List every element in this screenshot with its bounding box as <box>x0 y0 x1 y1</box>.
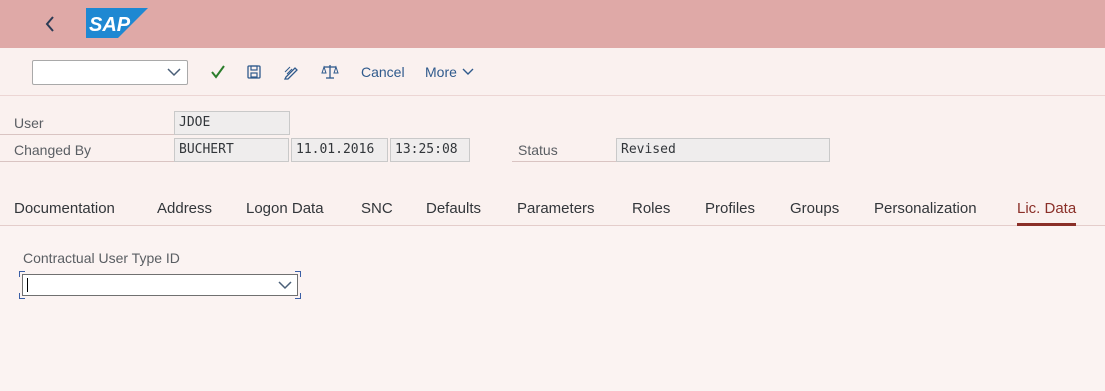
enter-button[interactable] <box>208 62 228 82</box>
tab-logon-data[interactable]: Logon Data <box>246 200 324 226</box>
shell-bar: SAP <box>0 0 1105 48</box>
changed-by-label: Changed By <box>0 138 174 162</box>
chevron-left-icon <box>45 16 54 32</box>
checkmark-icon <box>211 65 225 79</box>
toolbar: Cancel More <box>0 48 1105 96</box>
tab-parameters[interactable]: Parameters <box>517 200 595 226</box>
status-field[interactable]: Revised <box>616 138 830 162</box>
tab-roles[interactable]: Roles <box>632 200 670 226</box>
tab-lic-data[interactable]: Lic. Data <box>1017 200 1077 226</box>
chevron-down-icon <box>167 68 181 77</box>
tab-documentation[interactable]: Documentation <box>14 200 115 226</box>
balance-scale-icon <box>321 65 339 79</box>
tab-groups[interactable]: Groups <box>790 200 839 226</box>
cancel-button[interactable]: Cancel <box>361 64 405 80</box>
tab-address[interactable]: Address <box>157 200 212 226</box>
tab-bar: Documentation Address Logon Data SNC Def… <box>0 196 1105 226</box>
sap-logo: SAP <box>86 8 148 43</box>
tab-profiles[interactable]: Profiles <box>705 200 755 226</box>
more-label: More <box>425 64 457 80</box>
contract-type-dropdown[interactable] <box>22 274 298 296</box>
edit-button[interactable] <box>282 62 302 82</box>
tab-snc[interactable]: SNC <box>361 200 393 226</box>
tab-defaults[interactable]: Defaults <box>426 200 481 226</box>
changed-date-field[interactable]: 11.01.2016 <box>291 138 388 162</box>
svg-text:SAP: SAP <box>89 14 131 36</box>
more-menu-button[interactable]: More <box>425 64 474 80</box>
user-field[interactable]: JDOE <box>174 111 290 135</box>
compare-button[interactable] <box>320 62 340 82</box>
command-field[interactable] <box>32 60 188 85</box>
save-icon <box>247 65 261 79</box>
tab-personalization[interactable]: Personalization <box>874 200 977 226</box>
user-label: User <box>0 111 174 135</box>
back-button[interactable] <box>36 9 64 39</box>
changed-time-field[interactable]: 13:25:08 <box>390 138 470 162</box>
changed-by-field[interactable]: BUCHERT <box>174 138 289 162</box>
edit-pencil-icon <box>283 66 298 80</box>
text-cursor <box>27 278 28 292</box>
status-label: Status <box>512 138 616 162</box>
cancel-label: Cancel <box>361 64 405 80</box>
chevron-down-icon <box>462 68 474 75</box>
contract-type-label: Contractual User Type ID <box>23 250 180 266</box>
save-button[interactable] <box>244 62 264 82</box>
chevron-down-icon[interactable] <box>278 280 292 290</box>
